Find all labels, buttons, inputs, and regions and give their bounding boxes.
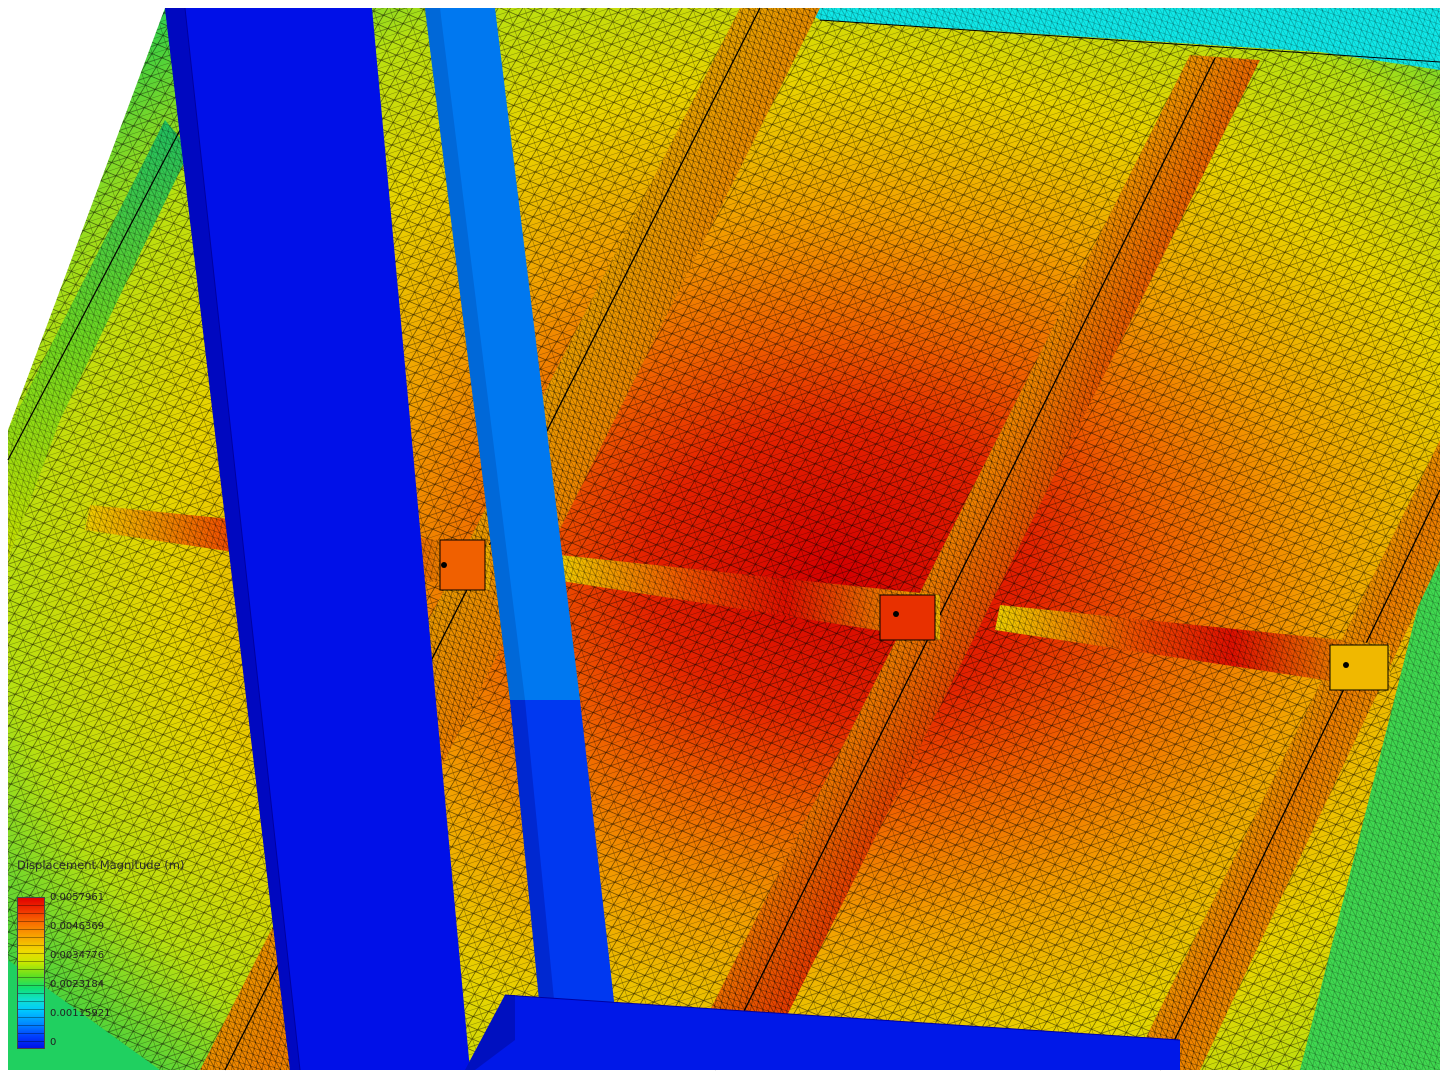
legend-tick-max: 0.0057961 — [50, 892, 105, 903]
legend-tick-min: 0 — [50, 1037, 57, 1048]
legend-tick: 0.0023184 — [50, 979, 105, 990]
legend-title: Displacement Magnitude (m) — [17, 858, 185, 872]
mesh-render-canvas[interactable] — [0, 0, 1440, 1080]
legend-tick: 0.0046369 — [50, 921, 105, 932]
fea-viewport[interactable]: Displacement Magnitude (m) 0.0057961 0.0… — [0, 0, 1440, 1080]
legend-colorbar — [17, 897, 45, 1049]
color-legend: Displacement Magnitude (m) 0.0057961 0.0… — [12, 855, 212, 1055]
legend-tick: 0.0034776 — [50, 950, 105, 961]
legend-tick: 0.00115921 — [50, 1008, 111, 1019]
